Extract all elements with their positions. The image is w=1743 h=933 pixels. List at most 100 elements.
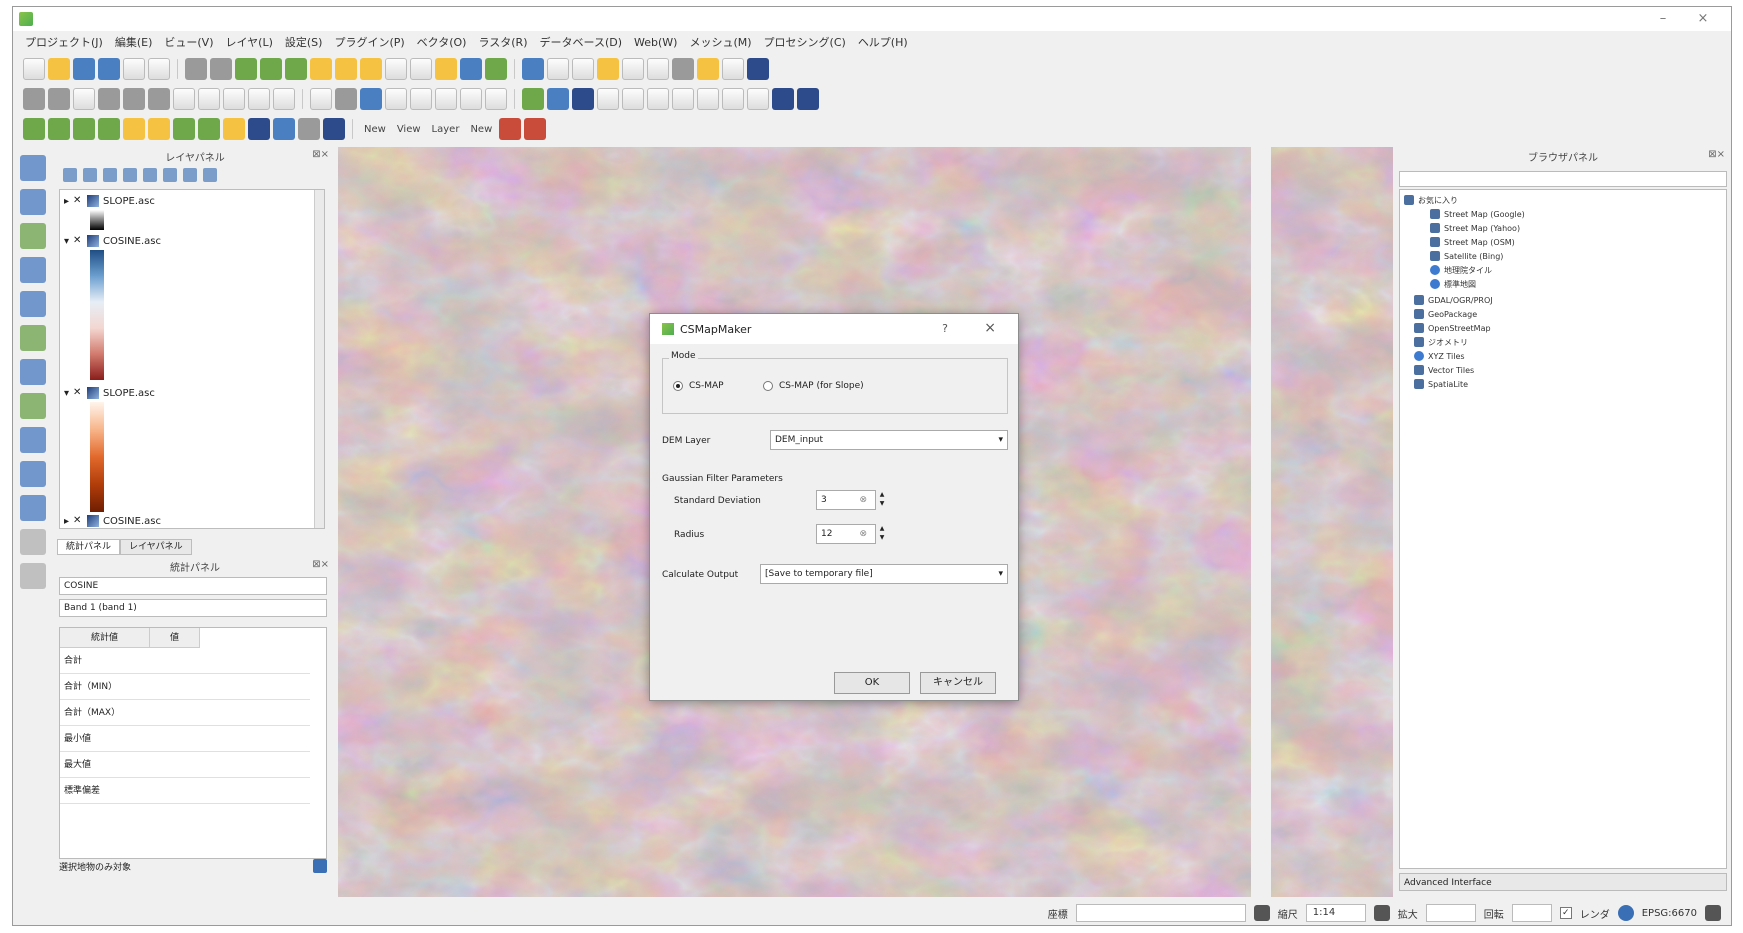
layer-item[interactable]: ▸ ✕ SLOPE.asc: [64, 194, 155, 208]
new-print-layout-icon[interactable]: [123, 58, 145, 80]
grid-tool-1-icon[interactable]: [572, 88, 594, 110]
pan-to-selection-icon[interactable]: [210, 58, 232, 80]
text-annotation-icon[interactable]: [722, 58, 744, 80]
table-row[interactable]: 最小値: [60, 726, 310, 752]
raster-tool-icon[interactable]: [20, 189, 46, 215]
zoom-next-icon[interactable]: [435, 58, 457, 80]
new-project-icon[interactable]: [23, 58, 45, 80]
layer-item[interactable]: ▾ ✕ SLOPE.asc: [64, 386, 155, 400]
postgis-tool-icon[interactable]: [20, 291, 46, 317]
zoom-full-icon[interactable]: [310, 58, 332, 80]
stats-layer-select[interactable]: COSINE: [59, 577, 327, 595]
delimited-text-icon[interactable]: [20, 223, 46, 249]
zoom-to-selection-icon[interactable]: [335, 58, 357, 80]
add-spatialite-icon[interactable]: [98, 118, 120, 140]
vertex-tool-icon[interactable]: [123, 88, 145, 110]
zoom-last-icon[interactable]: [410, 58, 432, 80]
tab-layers[interactable]: レイヤパネル: [120, 539, 192, 555]
render-checkbox[interactable]: ✓: [1559, 907, 1572, 919]
wms-tool-icon[interactable]: [20, 325, 46, 351]
zoom-rubber-band-icon[interactable]: [285, 58, 307, 80]
magnifier-field[interactable]: [1425, 904, 1476, 922]
label-options-icon[interactable]: [460, 88, 482, 110]
coord-field[interactable]: [1075, 904, 1246, 922]
menu-database[interactable]: データベース(D): [534, 34, 629, 50]
advanced-interface-bar[interactable]: Advanced Interface: [1399, 873, 1727, 891]
zoom-out-icon[interactable]: [260, 58, 282, 80]
layout-manager-icon[interactable]: [148, 58, 170, 80]
sd-input[interactable]: 3 ⊗: [816, 490, 876, 510]
menu-project[interactable]: プロジェクト(J): [19, 34, 109, 50]
selected-only-checkbox[interactable]: 選択地物のみ対象: [59, 860, 131, 873]
expand-arrow-icon[interactable]: ▾: [64, 388, 69, 399]
wfs-tool-icon[interactable]: [20, 393, 46, 419]
remove-layer-icon[interactable]: [203, 168, 217, 182]
python-console-icon[interactable]: [522, 88, 544, 110]
panel-close-icon[interactable]: ⊠×: [1708, 149, 1725, 160]
tree-item[interactable]: OpenStreetMap: [1414, 322, 1491, 334]
table-row[interactable]: 合計（MIN）: [60, 674, 310, 700]
add-icon[interactable]: [20, 529, 46, 555]
minimize-button[interactable]: –: [1643, 7, 1683, 31]
grid-tool-5-icon[interactable]: [672, 88, 694, 110]
change-label-icon[interactable]: [435, 88, 457, 110]
spatialite-tool-icon[interactable]: [20, 257, 46, 283]
open-project-icon[interactable]: [48, 58, 70, 80]
vector-tool-icon[interactable]: [20, 155, 46, 181]
zoom-in-icon[interactable]: [235, 58, 257, 80]
expand-arrow-icon[interactable]: ▸: [64, 516, 69, 527]
tree-item[interactable]: Street Map (OSM): [1430, 236, 1515, 248]
close-icon[interactable]: ×: [984, 320, 996, 336]
add-wfs-icon[interactable]: [198, 118, 220, 140]
grid-tool-3-icon[interactable]: [622, 88, 644, 110]
tree-item[interactable]: 標準地図: [1430, 278, 1476, 290]
menu-layer[interactable]: レイヤ(L): [219, 34, 278, 50]
rotation-field[interactable]: [1511, 904, 1552, 922]
zoom-to-layer-icon[interactable]: [360, 58, 382, 80]
table-row[interactable]: 合計（MAX）: [60, 700, 310, 726]
text-tool-icon[interactable]: [20, 563, 46, 589]
new-layer-icon[interactable]: [248, 118, 270, 140]
copy-features-icon[interactable]: [198, 88, 220, 110]
add-feature-icon[interactable]: [98, 88, 120, 110]
zoom-native-icon[interactable]: [385, 58, 407, 80]
cancel-button[interactable]: キャンセル: [920, 672, 996, 694]
add-postgis-icon[interactable]: [123, 118, 145, 140]
tree-item[interactable]: Street Map (Yahoo): [1430, 222, 1520, 234]
scale-field[interactable]: 1:14: [1305, 904, 1366, 922]
deselect-icon[interactable]: [597, 58, 619, 80]
save-project-icon[interactable]: [73, 58, 95, 80]
measure-icon[interactable]: [672, 58, 694, 80]
manage-themes-icon[interactable]: [103, 168, 117, 182]
refresh-icon[interactable]: [485, 58, 507, 80]
diagram-icon[interactable]: [485, 88, 507, 110]
menu-plugins[interactable]: プラグイン(P): [328, 34, 410, 50]
tree-item[interactable]: GDAL/OGR/PROJ: [1414, 294, 1493, 306]
panel-close-icon[interactable]: ⊠×: [312, 149, 329, 160]
csmap-tool-icon[interactable]: [524, 118, 547, 140]
wcs-tool-icon[interactable]: [20, 359, 46, 385]
clear-icon[interactable]: ⊗: [859, 491, 867, 509]
menu-settings[interactable]: 設定(S): [279, 34, 329, 50]
tree-item[interactable]: 地理院タイル: [1430, 264, 1492, 276]
virtual-layer-icon[interactable]: [20, 427, 46, 453]
statistics-icon[interactable]: [647, 58, 669, 80]
grid-tool-7-icon[interactable]: [722, 88, 744, 110]
add-group-icon[interactable]: [83, 168, 97, 182]
filter-expression-icon[interactable]: [143, 168, 157, 182]
add-wcs-icon[interactable]: [223, 118, 245, 140]
table-row[interactable]: 合計: [60, 648, 310, 674]
close-window-button[interactable]: ×: [1683, 7, 1723, 31]
menu-mesh[interactable]: メッシュ(M): [683, 34, 757, 50]
tree-item[interactable]: ジオメトリ: [1414, 336, 1468, 348]
radius-stepper-icon[interactable]: ▲ ▼: [878, 524, 886, 544]
crs-label[interactable]: EPSG:6670: [1642, 908, 1697, 919]
layer-item[interactable]: ▸ ✕ COSINE.asc: [64, 514, 161, 528]
layer-item[interactable]: ▾ ✕ COSINE.asc: [64, 234, 161, 248]
table-row[interactable]: 最大値: [60, 752, 310, 778]
crs-globe-icon[interactable]: [1617, 905, 1634, 921]
layer-tree-scrollbar[interactable]: [314, 190, 324, 528]
browser-search-input[interactable]: [1399, 171, 1727, 187]
output-select[interactable]: [Save to temporary file] ▾: [760, 564, 1008, 584]
grid-tool-8-icon[interactable]: [747, 88, 769, 110]
